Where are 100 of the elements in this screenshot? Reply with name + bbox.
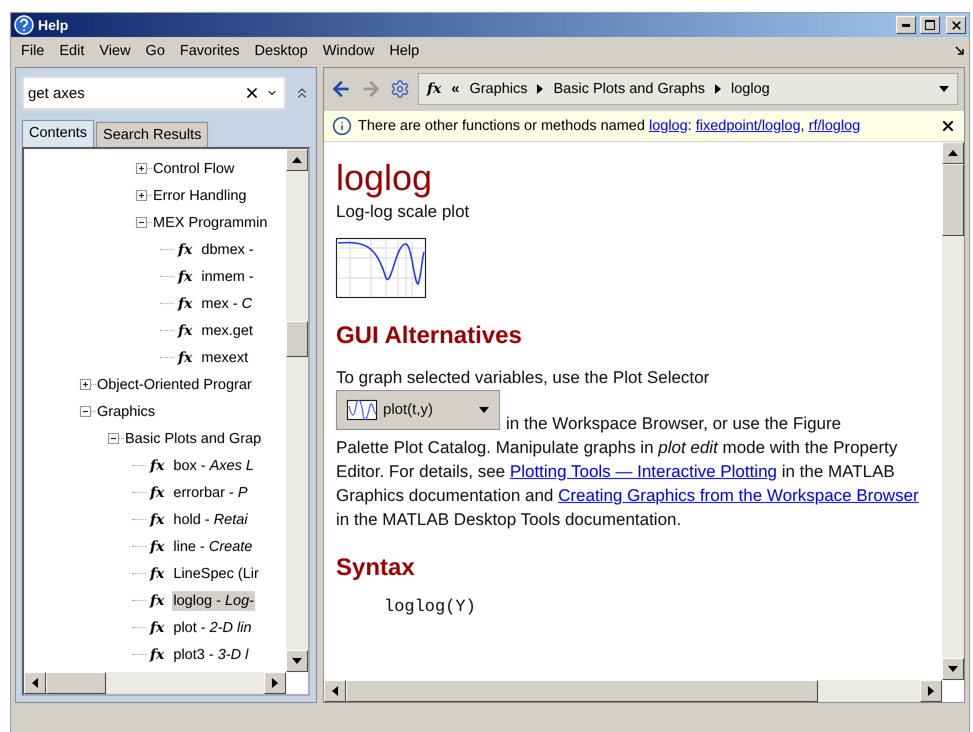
scrollbar-thumb[interactable] <box>286 321 308 357</box>
collapse-icon[interactable] <box>80 406 91 417</box>
scroll-down-icon[interactable] <box>948 664 958 674</box>
horizontal-scrollbar[interactable] <box>24 672 286 694</box>
menu-item[interactable]: Go <box>140 43 174 59</box>
tree-item[interactable]: hold - Retai <box>172 510 249 530</box>
window-title: Help <box>38 17 70 33</box>
link[interactable]: rf/loglog <box>808 118 860 134</box>
breadcrumb-item[interactable]: loglog <box>731 81 770 97</box>
menu-item[interactable]: Edit <box>53 43 94 59</box>
scroll-up-icon[interactable] <box>948 148 958 158</box>
tree-item[interactable]: Graphics <box>96 402 156 422</box>
menu-item[interactable]: Help <box>383 43 428 59</box>
function-icon: fx <box>150 592 164 608</box>
link[interactable]: loglog <box>648 118 688 134</box>
scroll-left-icon[interactable] <box>30 678 40 688</box>
link[interactable]: Creating Graphics from the Workspace Browser <box>558 486 919 505</box>
clear-icon[interactable] <box>244 85 260 101</box>
scrollbar-thumb[interactable] <box>942 164 964 236</box>
tree-item[interactable]: mexext <box>200 348 250 368</box>
tree-item[interactable]: Object-Oriented Prograr <box>96 374 253 394</box>
tree-item[interactable]: line - Create <box>172 536 254 556</box>
menu-item[interactable]: Desktop <box>248 43 317 59</box>
link[interactable]: fixedpoint/loglog <box>696 118 801 134</box>
function-icon: fx <box>150 512 164 528</box>
plot-selector-button[interactable]: plot(t,y) <box>336 390 500 430</box>
expand-icon[interactable] <box>80 379 91 390</box>
undock-icon[interactable] <box>955 46 965 56</box>
tree-item[interactable]: dbmex - <box>200 240 255 260</box>
search-box[interactable]: get axes <box>22 76 286 110</box>
vertical-scrollbar[interactable] <box>942 142 964 680</box>
function-icon: fx <box>150 566 164 582</box>
tree-item[interactable]: loglog - Log- <box>172 590 255 610</box>
link[interactable]: Plotting Tools — Interactive Plotting <box>510 462 777 481</box>
menu-item[interactable]: Window <box>316 43 384 59</box>
scroll-up-icon[interactable] <box>292 155 302 165</box>
tree-item[interactable]: mex - C <box>200 294 254 314</box>
close-button[interactable] <box>946 16 966 34</box>
breadcrumb-back[interactable]: « <box>451 81 460 97</box>
breadcrumb-item[interactable]: Graphics <box>469 81 528 97</box>
maximize-button[interactable] <box>920 16 940 34</box>
scroll-right-icon[interactable] <box>926 686 936 696</box>
back-icon[interactable] <box>330 78 352 100</box>
scroll-left-icon[interactable] <box>330 686 340 696</box>
menu-item[interactable]: File <box>15 43 54 59</box>
collapse-icon[interactable] <box>136 217 147 228</box>
breadcrumb-item[interactable]: Basic Plots and Graphs <box>553 81 706 97</box>
function-icon: fx <box>150 484 164 500</box>
expand-icon[interactable] <box>136 190 147 201</box>
tree-item[interactable]: MEX Programmin <box>152 212 268 232</box>
chevron-icon <box>715 84 722 94</box>
close-icon[interactable] <box>940 118 956 134</box>
maximize-icon <box>925 20 935 30</box>
scrollbar-thumb[interactable] <box>346 680 818 702</box>
code-sample: loglog(Y) <box>384 598 477 618</box>
scroll-right-icon[interactable] <box>270 678 280 688</box>
wave-icon <box>347 400 377 420</box>
notice-text: There are other functions or methods named loglog: fixedpoint/loglog, rf/loglog <box>358 118 862 134</box>
paragraph: Palette Plot Catalog. Manipulate graphs in plot edit mode with the Property Editor. For details, see Plotting Tools — Interactive Plotting in the MATLAB Graphics documentation and Creating Graphics from the Workspace Browser in the MATLAB Desktop Tools documentation. <box>336 437 920 531</box>
tree-item[interactable]: mex.get <box>200 320 254 340</box>
menu-item[interactable]: Favorites <box>174 43 249 59</box>
paragraph: To graph selected variables, use the Plot Selector <box>336 367 710 389</box>
help-icon <box>14 15 34 35</box>
tree-item[interactable]: plot3 - 3-D l <box>172 644 250 664</box>
function-icon: fx <box>150 646 164 662</box>
function-icon: fx <box>178 322 192 338</box>
dropdown-icon[interactable] <box>939 86 949 92</box>
function-icon: fx <box>427 81 442 97</box>
function-icon: fx <box>178 242 192 258</box>
page-title: loglog <box>336 156 434 200</box>
dropdown-icon <box>479 407 489 413</box>
tree-item[interactable]: Error Handling <box>152 186 248 206</box>
function-icon: fx <box>178 268 192 284</box>
tree-item[interactable]: inmem - <box>200 266 255 286</box>
tree-item[interactable]: box - Axes L <box>172 456 255 476</box>
function-icon: fx <box>150 458 164 474</box>
tree-item[interactable]: errorbar - P <box>172 482 249 502</box>
function-icon: fx <box>150 538 164 554</box>
function-icon: fx <box>178 350 192 366</box>
horizontal-scrollbar[interactable] <box>324 680 942 702</box>
paragraph: in the Workspace Browser, or use the Figure <box>506 413 842 435</box>
tree-item[interactable]: Basic Plots and Grap <box>124 428 262 448</box>
tree-item[interactable]: plot - 2-D lin <box>172 618 253 638</box>
close-icon <box>950 18 962 32</box>
scrollbar-thumb[interactable] <box>46 672 106 694</box>
scroll-down-icon[interactable] <box>292 656 302 666</box>
search-field[interactable]: get axes <box>24 84 238 102</box>
menu-item[interactable]: View <box>93 43 140 59</box>
info-icon <box>332 116 352 136</box>
vertical-scrollbar[interactable] <box>286 149 308 672</box>
collapse-icon[interactable] <box>108 433 119 444</box>
minimize-icon <box>902 24 910 26</box>
section-heading: Syntax <box>336 553 416 583</box>
tree-item[interactable]: LineSpec (Lir <box>172 564 260 584</box>
expand-icon[interactable] <box>136 163 147 174</box>
minimize-button[interactable] <box>896 16 916 34</box>
settings-icon[interactable] <box>390 79 410 99</box>
tab[interactable]: Contents <box>22 120 94 147</box>
tab[interactable]: Search Results <box>96 122 208 147</box>
tree-item[interactable]: Control Flow <box>152 158 236 178</box>
